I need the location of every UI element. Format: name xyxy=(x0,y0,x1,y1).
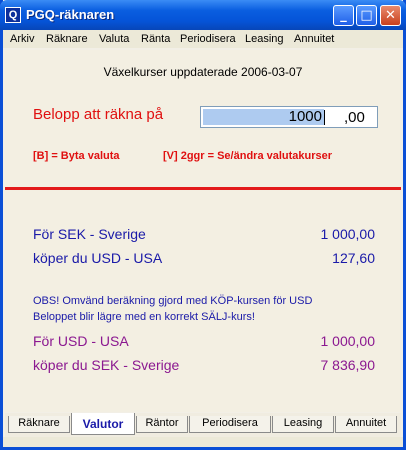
amount-label: Belopp att räkna på xyxy=(33,106,164,123)
change-currency-hint: [B] = Byta valuta xyxy=(33,150,120,162)
notice-line-2: Beloppet blir lägre med en korrekt SÄLJ-… xyxy=(33,311,255,323)
amount-field[interactable]: 1000 ,00 xyxy=(200,106,378,128)
notice-line-1: OBS! Omvänd beräkning gjord med KÖP-kurs… xyxy=(33,295,313,307)
to-currency-label: köper du USD - USA xyxy=(33,250,163,266)
close-button[interactable]: ✕ xyxy=(380,5,401,26)
reverse-from-value: 1 000,00 xyxy=(320,333,376,349)
status-strip xyxy=(3,437,403,447)
reverse-from-label: För USD - USA xyxy=(33,333,129,349)
tab-periodisera[interactable]: Periodisera xyxy=(189,416,271,433)
reverse-to-value: 7 836,90 xyxy=(320,357,376,373)
app-window: Q PGQ-räknaren _ □ ✕ Arkiv Räknare Valut… xyxy=(0,0,406,450)
menu-annuitet[interactable]: Annuitet xyxy=(294,33,334,45)
reverse-to-label: köper du SEK - Sverige xyxy=(33,357,180,373)
minimize-button[interactable]: _ xyxy=(333,5,354,26)
edit-rates-hint: [V] 2ggr = Se/ändra valutakurser xyxy=(163,150,333,162)
tab-valutor[interactable]: Valutor xyxy=(71,413,135,435)
amount-integer-input[interactable]: 1000 xyxy=(203,109,324,125)
tab-raknare[interactable]: Räknare xyxy=(8,416,70,433)
amount-decimal-input[interactable]: ,00 xyxy=(344,109,365,126)
app-icon[interactable]: Q xyxy=(5,7,21,23)
menu-ranta[interactable]: Ränta xyxy=(141,33,170,45)
window-title: PGQ-räknaren xyxy=(26,7,115,22)
tab-annuitet[interactable]: Annuitet xyxy=(335,416,397,433)
maximize-button[interactable]: □ xyxy=(356,5,377,26)
menu-valuta[interactable]: Valuta xyxy=(99,33,129,45)
menu-leasing[interactable]: Leasing xyxy=(245,33,284,45)
title-bar[interactable]: Q PGQ-räknaren _ □ ✕ xyxy=(0,0,406,30)
section-divider xyxy=(5,187,401,190)
menu-arkiv[interactable]: Arkiv xyxy=(10,33,34,45)
menu-raknare[interactable]: Räknare xyxy=(46,33,88,45)
tab-rantor[interactable]: Räntor xyxy=(136,416,188,433)
from-amount-value: 1 000,00 xyxy=(320,226,376,242)
from-currency-label: För SEK - Sverige xyxy=(33,226,146,242)
tab-bar: Räknare Valutor Räntor Periodisera Leasi… xyxy=(5,413,401,437)
text-caret xyxy=(324,110,325,125)
menu-periodisera[interactable]: Periodisera xyxy=(180,33,236,45)
to-amount-value: 127,60 xyxy=(332,250,375,266)
rates-updated-text: Växelkurser uppdaterade 2006-03-07 xyxy=(103,65,303,79)
menu-bar: Arkiv Räknare Valuta Ränta Periodisera L… xyxy=(3,30,403,48)
currency-panel: Växelkurser uppdaterade 2006-03-07 Belop… xyxy=(5,50,401,412)
tab-leasing[interactable]: Leasing xyxy=(272,416,334,433)
